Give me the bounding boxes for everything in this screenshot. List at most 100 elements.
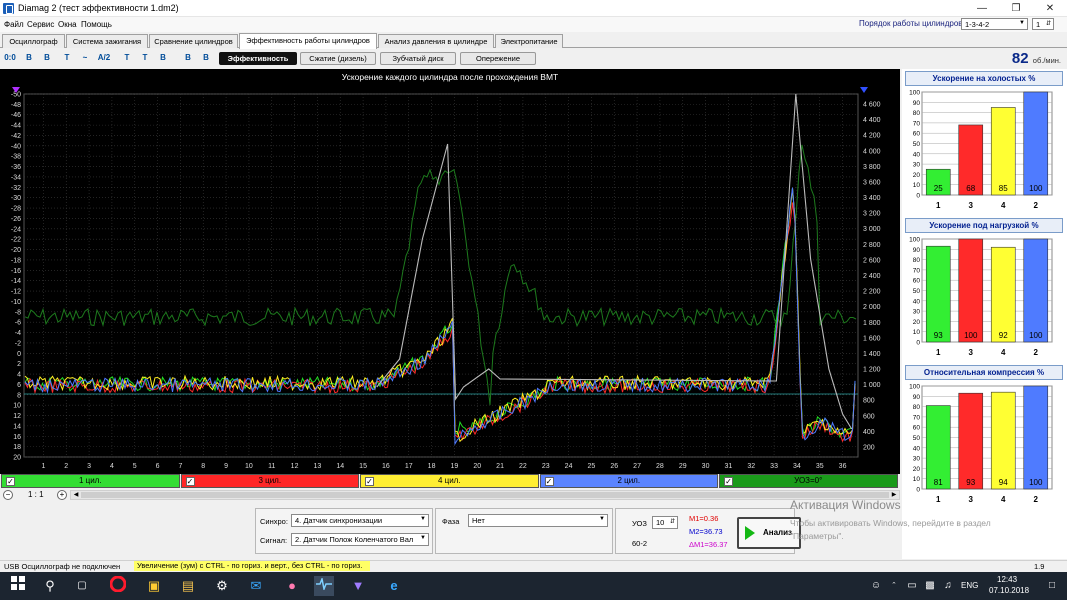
x-tick: 11 bbox=[268, 463, 275, 470]
language-indicator[interactable]: ENG bbox=[961, 581, 978, 590]
tab-ignition[interactable]: Система зажигания bbox=[66, 34, 148, 48]
waveform-icon[interactable]: ~ bbox=[78, 51, 92, 65]
zero-offset-icon[interactable]: 0:0 bbox=[3, 51, 17, 65]
subtab-advance[interactable]: Опережение bbox=[460, 52, 536, 65]
sync-select[interactable]: 4. Датчик синхронизации ▼ bbox=[291, 514, 429, 527]
bar-y-tick: 30 bbox=[913, 309, 921, 316]
menu-service[interactable]: Сервис bbox=[27, 20, 54, 29]
windows-start-icon[interactable] bbox=[8, 576, 28, 596]
bar-y-tick: 50 bbox=[913, 141, 921, 148]
network-icon[interactable]: ▩ bbox=[920, 576, 940, 596]
grid-icon[interactable]: T bbox=[120, 51, 134, 65]
scale-icon[interactable]: A/2 bbox=[97, 51, 111, 65]
subtab-compression-diesel[interactable]: Сжатие (дизель) bbox=[300, 52, 376, 65]
tab-power-supply[interactable]: Электропитание bbox=[495, 34, 563, 48]
main-tabs: Осциллограф Система зажигания Сравнение … bbox=[0, 33, 1067, 49]
y-tick-right: 2 400 bbox=[863, 273, 881, 280]
checkbox-icon[interactable]: ✓ bbox=[185, 477, 195, 486]
menu-help[interactable]: Помощь bbox=[81, 20, 112, 29]
bar-y-tick: 0 bbox=[916, 487, 920, 494]
checkbox-icon[interactable]: ✓ bbox=[365, 477, 374, 486]
bar-y-tick: 40 bbox=[913, 445, 921, 452]
title-bar: Diamag 2 (тест эффективности 1.dm2) — ❐ … bbox=[0, 0, 1067, 17]
cylinder-toggle-4[interactable]: ✓ 2 цил. bbox=[539, 474, 718, 488]
phase-value: Нет bbox=[472, 516, 485, 525]
firing-order-select[interactable]: 1-3-4-2 ▼ bbox=[961, 18, 1028, 30]
firing-order-index[interactable]: 1 ⇵ bbox=[1032, 18, 1054, 30]
checkbox-icon[interactable]: ✓ bbox=[544, 477, 554, 486]
x-tick: 15 bbox=[359, 463, 367, 470]
menu-windows[interactable]: Окна bbox=[58, 20, 77, 29]
bar-value-label: 93 bbox=[934, 331, 943, 340]
cylinder-toggle-5[interactable]: ✓ УОЗ=0° bbox=[719, 474, 898, 488]
signal-select[interactable]: 2. Датчик Полож Коленчатого Вал ▼ bbox=[291, 533, 429, 546]
scroll-thumb[interactable] bbox=[81, 492, 889, 498]
checkbox-icon[interactable]: ✓ bbox=[6, 477, 15, 486]
tab-cylinder-pressure[interactable]: Анализ давления в цилиндре bbox=[378, 34, 494, 48]
cylinder-toggle-1[interactable]: ✓ 1 цил. bbox=[1, 474, 180, 488]
menu-bar: Файл Сервис Окна Помощь Порядок работы ц… bbox=[0, 17, 1067, 32]
channel-icon[interactable]: B bbox=[156, 51, 170, 65]
y-tick-left: 12 bbox=[13, 413, 21, 420]
mail-icon[interactable]: ✉ bbox=[246, 576, 266, 596]
people-icon[interactable]: ☺ bbox=[866, 576, 886, 596]
search-icon[interactable]: ⚲ bbox=[40, 576, 60, 596]
chart-canvas[interactable]: -50-48-46-44-42-40-38-36-34-32-30-28-26-… bbox=[0, 69, 900, 474]
maps-icon[interactable]: ● bbox=[282, 576, 302, 596]
menu-file[interactable]: Файл bbox=[4, 20, 24, 29]
cylinder-toggle-bar: ✓ 1 цил. ✓ 3 цил. ✓ 4 цил. ✓ 2 цил. ✓ УОЗ=0° bbox=[0, 474, 900, 488]
visual-studio-icon[interactable]: ▼ bbox=[348, 576, 368, 596]
cylinder-toggle-3[interactable]: ✓ 4 цил. bbox=[360, 474, 539, 488]
settings-gear-icon[interactable]: ⚙ bbox=[212, 576, 232, 596]
bar-category-label: 1 bbox=[936, 348, 941, 357]
minimize-button[interactable]: — bbox=[965, 0, 999, 17]
trigger-icon[interactable]: T bbox=[60, 51, 74, 65]
cylinder-label: 3 цил. bbox=[258, 476, 282, 485]
store-icon[interactable]: ▣ bbox=[144, 576, 164, 596]
phase-label: Фаза bbox=[442, 517, 460, 526]
zoom-in-icon[interactable]: + bbox=[57, 490, 67, 500]
oscillogram-chart[interactable]: Ускорение каждого цилиндра после прохожд… bbox=[0, 69, 900, 474]
uoz-spinner[interactable]: 10 ⇵ bbox=[652, 516, 678, 529]
y-tick-left: -44 bbox=[11, 123, 21, 130]
subtab-tooth-disk[interactable]: Зубчатый диск bbox=[380, 52, 456, 65]
marker-icon[interactable]: T bbox=[138, 51, 152, 65]
cursor-b-icon[interactable]: B bbox=[22, 51, 36, 65]
opera-icon[interactable] bbox=[108, 575, 128, 596]
panel-title-1: Ускорение на холостых % bbox=[905, 71, 1063, 86]
file-explorer-icon[interactable]: ▤ bbox=[178, 576, 198, 596]
battery-icon[interactable]: ▭ bbox=[902, 576, 922, 596]
internet-explorer-icon[interactable]: e bbox=[384, 576, 404, 596]
y-tick-right: 3 400 bbox=[863, 195, 881, 202]
bar-value-label: 25 bbox=[934, 184, 943, 193]
phase-select[interactable]: Нет ▼ bbox=[468, 514, 608, 527]
tab-cylinder-comparison[interactable]: Сравнение цилиндров bbox=[149, 34, 238, 48]
task-view-icon[interactable]: ▢ bbox=[72, 576, 92, 596]
tab-cylinder-efficiency[interactable]: Эффективность работы цилиндров bbox=[239, 33, 377, 49]
diamag-icon[interactable] bbox=[314, 576, 334, 596]
y-tick-right: 2 000 bbox=[863, 304, 881, 311]
tray-up-arrow-icon[interactable]: ˆ bbox=[884, 576, 904, 596]
volume-icon[interactable]: ♫ bbox=[938, 576, 958, 596]
maximize-button[interactable]: ❐ bbox=[999, 0, 1033, 17]
cylinder-toggle-2[interactable]: ✓ 3 цил. bbox=[180, 474, 359, 488]
y-tick-left: -24 bbox=[11, 226, 21, 233]
y-tick-left: -8 bbox=[15, 309, 21, 316]
y-tick-right: 1 000 bbox=[863, 382, 881, 389]
settings-icon[interactable]: B bbox=[199, 51, 213, 65]
bars-icon[interactable]: B bbox=[181, 51, 195, 65]
zoom-out-icon[interactable]: − bbox=[3, 490, 13, 500]
horizontal-scrollbar[interactable]: ◀ ▶ bbox=[70, 490, 900, 500]
scroll-left-icon[interactable]: ◀ bbox=[72, 491, 80, 499]
checkbox-icon[interactable]: ✓ bbox=[724, 477, 733, 486]
subtab-efficiency[interactable]: Эффективность bbox=[219, 52, 297, 65]
cylinder-label: 2 цил. bbox=[617, 476, 641, 485]
notifications-icon[interactable]: □ bbox=[1042, 576, 1062, 596]
bar-category-label: 2 bbox=[1034, 201, 1039, 210]
tab-oscilloscope[interactable]: Осциллограф bbox=[2, 34, 65, 48]
bar-y-tick: 0 bbox=[916, 193, 920, 200]
close-button[interactable]: ✕ bbox=[1033, 0, 1067, 17]
reference-icon[interactable]: B bbox=[40, 51, 54, 65]
bar-category-label: 4 bbox=[1001, 348, 1006, 357]
bar-y-tick: 10 bbox=[913, 182, 921, 189]
